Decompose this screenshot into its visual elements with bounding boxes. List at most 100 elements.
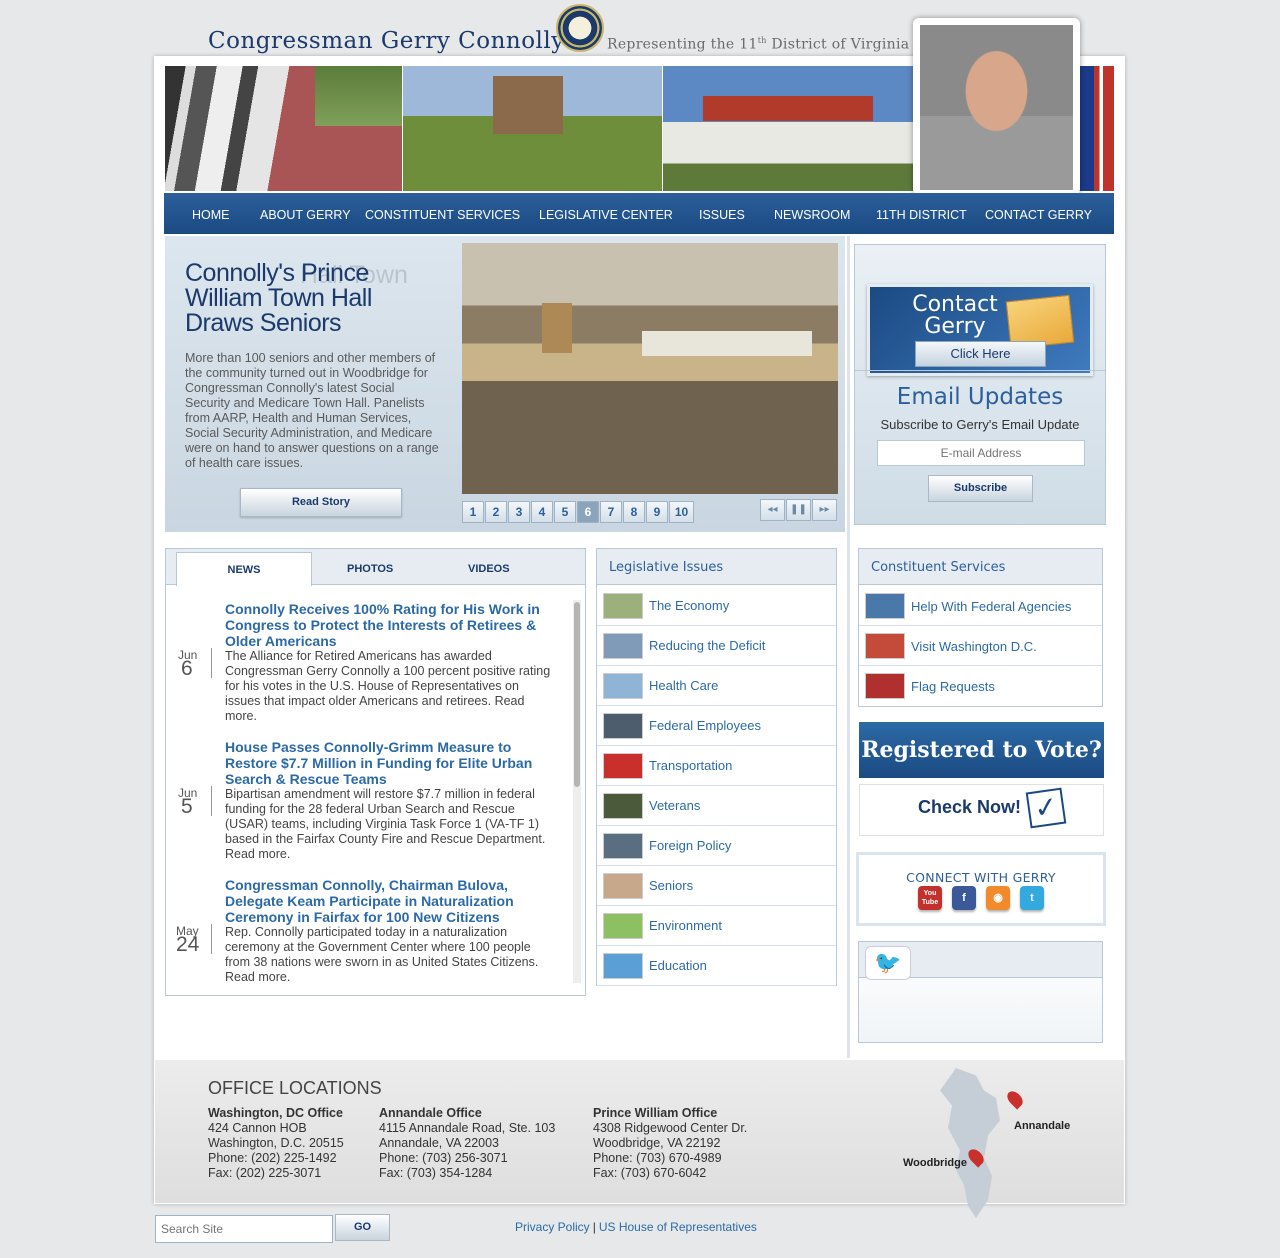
subscribe-button[interactable]: Subscribe xyxy=(928,475,1033,502)
email-updates-subtitle: Subscribe to Gerry's Email Update xyxy=(880,417,1080,432)
office-prince-william: Prince William Office 4308 Ridgewood Cen… xyxy=(593,1106,747,1181)
feature-title[interactable]: Connolly's Prince William Town Hall Draw… xyxy=(185,261,435,336)
office-fax: Fax: (703) 670-6042 xyxy=(593,1166,707,1180)
date-divider xyxy=(211,786,212,816)
constituent-services-title: Constituent Services xyxy=(859,549,1102,585)
office-name: Prince William Office xyxy=(593,1106,718,1120)
previous-icon[interactable]: ◂◂ xyxy=(760,499,785,521)
footer-separator: | xyxy=(592,1220,596,1234)
slider-pager: 1 2 3 4 5 6 7 8 9 10 xyxy=(462,501,694,523)
nav-issues[interactable]: ISSUES xyxy=(699,208,745,222)
facebook-icon[interactable]: f xyxy=(952,886,976,910)
next-icon[interactable]: ▸▸ xyxy=(812,499,837,521)
search-input[interactable] xyxy=(155,1215,333,1243)
slide-page-7[interactable]: 7 xyxy=(600,501,622,523)
slide-page-10[interactable]: 10 xyxy=(669,501,694,523)
banner-flag-image xyxy=(1078,66,1114,191)
feature-photo[interactable] xyxy=(462,243,838,494)
twitter-bird-icon[interactable]: 🐦 xyxy=(865,946,911,980)
search-go-button[interactable]: GO xyxy=(335,1214,390,1241)
portrait-frame xyxy=(913,18,1080,195)
twitter-icon[interactable]: t xyxy=(1020,886,1044,910)
office-phone: Phone: (703) 670-4989 xyxy=(593,1151,722,1165)
check-now-label[interactable]: Check Now! xyxy=(918,797,1021,818)
constituent-service-link[interactable]: Flag Requests xyxy=(911,679,995,694)
date-divider xyxy=(211,924,212,954)
banner-battlefield-image xyxy=(403,66,662,191)
constituent-service-link[interactable]: Visit Washington D.C. xyxy=(911,639,1037,654)
news-item-title[interactable]: Connolly Receives 100% Rating for His Wo… xyxy=(225,601,555,649)
tab-news[interactable]: NEWS xyxy=(176,552,312,586)
nav-legislative-center[interactable]: LEGISLATIVE CENTER xyxy=(539,208,673,222)
email-updates-title: Email Updates xyxy=(896,384,1064,410)
tab-videos[interactable]: VIDEOS xyxy=(468,563,510,575)
office-city: Washington, D.C. 20515 xyxy=(208,1136,344,1150)
contact-click-here-button[interactable]: Click Here xyxy=(915,341,1046,367)
legislative-issue-link[interactable]: Seniors xyxy=(649,878,693,893)
slide-page-4[interactable]: 4 xyxy=(531,501,553,523)
office-name: Annandale Office xyxy=(379,1106,482,1120)
privacy-policy-link[interactable]: Privacy Policy xyxy=(515,1220,590,1234)
legislative-issue-link[interactable]: Transportation xyxy=(649,758,732,773)
issue-thumbnail xyxy=(603,753,643,779)
slide-page-9[interactable]: 9 xyxy=(646,501,668,523)
issue-thumbnail xyxy=(603,633,643,659)
issue-thumbnail xyxy=(603,913,643,939)
nav-newsroom[interactable]: NEWSROOM xyxy=(774,208,850,222)
feature-summary: More than 100 seniors and other members … xyxy=(185,351,439,470)
pause-icon[interactable]: ❚❚ xyxy=(786,499,811,521)
legislative-issue-link[interactable]: Education xyxy=(649,958,707,973)
issue-thumbnail xyxy=(603,953,643,979)
contact-gerry-title: Contact Gerry xyxy=(912,292,998,339)
slide-page-5[interactable]: 5 xyxy=(554,501,576,523)
youtube-icon[interactable]: You Tube xyxy=(918,886,942,910)
nav-home[interactable]: HOME xyxy=(192,208,230,222)
registered-to-vote-banner[interactable]: Registered to Vote? xyxy=(859,722,1104,778)
nav-contact-gerry[interactable]: CONTACT GERRY xyxy=(985,208,1092,222)
service-thumbnail xyxy=(865,593,905,619)
slide-page-6[interactable]: 6 xyxy=(577,501,599,523)
map-label-annandale: Annandale xyxy=(1014,1120,1071,1132)
nav-11th-district[interactable]: 11TH DISTRICT xyxy=(876,208,967,222)
site-title[interactable]: Congressman Gerry Connolly xyxy=(208,28,565,54)
rss-icon[interactable]: ◉ xyxy=(986,886,1010,910)
office-name: Washington, DC Office xyxy=(208,1106,343,1120)
news-item-title[interactable]: House Passes Connolly-Grimm Measure to R… xyxy=(225,739,555,787)
legislative-issues-title: Legislative Issues xyxy=(597,549,836,585)
news-item-title[interactable]: Congressman Connolly, Chairman Bulova, D… xyxy=(225,877,555,925)
nav-about-gerry[interactable]: ABOUT GERRY xyxy=(260,208,351,222)
slide-page-2[interactable]: 2 xyxy=(485,501,507,523)
news-scrollbar-thumb[interactable] xyxy=(574,602,580,787)
service-thumbnail xyxy=(865,633,905,659)
legislative-issue-link[interactable]: Veterans xyxy=(649,798,700,813)
legislative-issue-link[interactable]: Foreign Policy xyxy=(649,838,731,853)
news-item-day: 5 xyxy=(181,795,193,818)
legislative-issue-link[interactable]: Health Care xyxy=(649,678,718,693)
email-address-input[interactable] xyxy=(877,440,1085,466)
legislative-issue-link[interactable]: Federal Employees xyxy=(649,718,761,733)
congressman-portrait xyxy=(920,25,1073,190)
issue-thumbnail xyxy=(603,673,643,699)
connect-box xyxy=(856,852,1106,926)
legislative-issue-link[interactable]: Environment xyxy=(649,918,722,933)
service-thumbnail xyxy=(865,673,905,699)
slide-page-8[interactable]: 8 xyxy=(623,501,645,523)
constituent-service-link[interactable]: Help With Federal Agencies xyxy=(911,599,1071,614)
slide-page-3[interactable]: 3 xyxy=(508,501,530,523)
read-story-button[interactable]: Read Story xyxy=(240,488,402,517)
issue-thumbnail xyxy=(603,833,643,859)
date-divider xyxy=(211,648,212,678)
office-phone: Phone: (703) 256-3071 xyxy=(379,1151,508,1165)
site-tagline: Representing the 11th District of Virgin… xyxy=(607,36,910,53)
slide-page-1[interactable]: 1 xyxy=(462,501,484,523)
legislative-issue-link[interactable]: The Economy xyxy=(649,598,729,613)
legislative-issue-link[interactable]: Reducing the Deficit xyxy=(649,638,765,653)
house-link[interactable]: US House of Representatives xyxy=(599,1220,757,1234)
nav-constituent-services[interactable]: CONSTITUENT SERVICES xyxy=(365,208,520,222)
issue-thumbnail xyxy=(603,873,643,899)
issue-thumbnail xyxy=(603,793,643,819)
news-item-summary: The Alliance for Retired Americans has a… xyxy=(225,649,551,723)
slider-controls: ◂◂ ❚❚ ▸▸ xyxy=(760,499,837,521)
tab-photos[interactable]: PHOTOS xyxy=(347,563,393,575)
footer-links: Privacy Policy | US House of Representativ… xyxy=(515,1220,757,1234)
